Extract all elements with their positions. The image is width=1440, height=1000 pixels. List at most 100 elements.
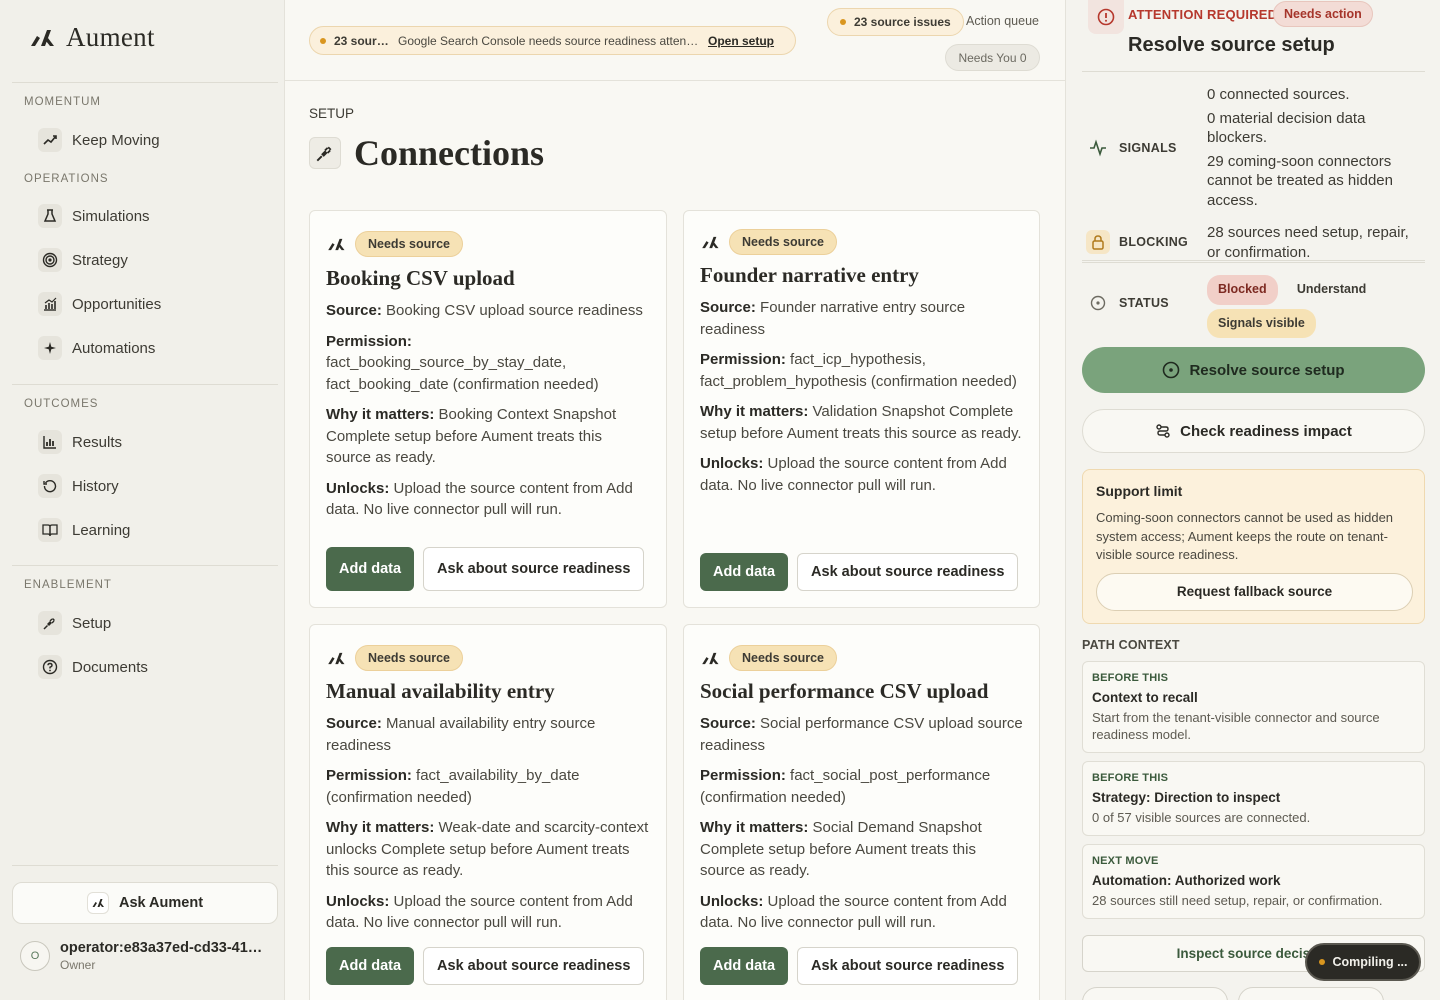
field-label: Unlocks: — [326, 479, 390, 497]
open-setup-link[interactable]: Open setup — [708, 34, 774, 48]
ask-aument-label: Ask Aument — [118, 895, 204, 911]
sidebar-item-automations[interactable]: Automations — [38, 334, 155, 362]
field-label: Permission: — [700, 351, 786, 368]
status-pill-signals-visible: Signals visible — [1207, 308, 1316, 338]
sidebar-item-keep-moving[interactable]: Keep Moving — [38, 126, 160, 154]
path-title: Strategy: Direction to inspect — [1092, 790, 1281, 805]
route-icon — [1156, 424, 1170, 438]
lock-icon — [1086, 230, 1110, 254]
aument-logo-icon — [86, 892, 109, 914]
check-readiness-impact-button[interactable]: Check readiness impact — [1082, 409, 1425, 453]
sidebar-item-history[interactable]: History — [38, 472, 119, 500]
sidebar-item-label: Simulations — [72, 207, 150, 225]
action-queue-label[interactable]: Action queue — [966, 14, 1039, 28]
ask-readiness-button[interactable]: Ask about source readiness — [423, 547, 645, 591]
divider — [12, 384, 278, 385]
connection-card-social-performance: Needs source Social performance CSV uplo… — [683, 624, 1040, 1000]
secondary-action-button[interactable] — [1238, 987, 1384, 1000]
needs-you-button[interactable]: Needs You 0 — [945, 44, 1040, 71]
path-text: 0 of 57 visible sources are connected. — [1092, 810, 1311, 825]
divider — [12, 565, 278, 566]
field-value: Booking CSV upload source readiness — [386, 302, 643, 319]
path-text: Start from the tenant-visible connector … — [1092, 710, 1380, 742]
path-title: Automation: Authorized work — [1092, 873, 1281, 888]
target-icon — [38, 248, 62, 272]
sidebar-item-opportunities[interactable]: Opportunities — [38, 290, 161, 318]
request-fallback-button[interactable]: Request fallback source — [1096, 572, 1413, 611]
plug-icon — [38, 611, 62, 635]
add-data-button[interactable]: Add data — [326, 947, 415, 985]
status-badge: Needs source — [729, 229, 837, 255]
field-label: Why it matters: — [700, 819, 809, 836]
action-panel: ATTENTION REQUIRED Needs action Resolve … — [1065, 0, 1440, 1000]
status-badge: Needs source — [729, 645, 837, 671]
check-label: Check readiness impact — [1180, 422, 1352, 440]
add-data-button[interactable]: Add data — [326, 547, 415, 591]
breadcrumb: SETUP — [309, 106, 355, 121]
sidebar-item-label: History — [72, 477, 119, 495]
topbar: 23 sourc… Google Search Console needs so… — [285, 0, 1065, 81]
aument-logo-icon — [702, 652, 719, 664]
add-data-button[interactable]: Add data — [700, 947, 789, 985]
sparkle-icon — [38, 336, 62, 360]
status-pill-blocked: Blocked — [1207, 275, 1278, 305]
source-issues-label: 23 source issues — [854, 15, 951, 29]
sidebar-item-strategy[interactable]: Strategy — [38, 246, 128, 274]
section-label-momentum: MOMENTUM — [24, 96, 101, 108]
brand[interactable]: Aument — [28, 22, 155, 53]
status-label: STATUS — [1119, 296, 1169, 310]
ask-readiness-button[interactable]: Ask about source readiness — [797, 947, 1019, 985]
card-source: Source: Founder narrative entry source r… — [700, 297, 1023, 340]
sidebar-item-simulations[interactable]: Simulations — [38, 202, 150, 230]
source-alert-banner[interactable]: 23 sourc… Google Search Console needs so… — [309, 26, 796, 55]
sidebar-item-results[interactable]: Results — [38, 428, 122, 456]
panel-title: Resolve source setup — [1128, 34, 1335, 56]
path-card[interactable]: NEXT MOVE Automation: Authorized work 28… — [1082, 844, 1425, 919]
sidebar-item-label: Opportunities — [72, 295, 162, 313]
source-issues-button[interactable]: 23 source issues — [827, 8, 964, 36]
path-card[interactable]: BEFORE THIS Context to recall Start from… — [1082, 661, 1425, 753]
field-label: Why it matters: — [326, 406, 435, 423]
brand-name: Aument — [66, 22, 155, 52]
sidebar-item-documents[interactable]: Documents — [38, 653, 148, 681]
card-title: Booking CSV upload — [326, 266, 515, 290]
operator-role: Owner — [60, 958, 96, 972]
alert-count: 23 sourc… — [334, 33, 390, 48]
add-data-button[interactable]: Add data — [700, 553, 789, 591]
sidebar-item-setup[interactable]: Setup — [38, 609, 111, 637]
field-label: Unlocks: — [326, 892, 390, 910]
field-label: Why it matters: — [700, 403, 809, 420]
path-title: Context to recall — [1092, 690, 1198, 705]
attention-label: ATTENTION REQUIRED — [1128, 7, 1278, 22]
card-actions: Add data Ask about source readiness — [326, 547, 645, 591]
ask-readiness-button[interactable]: Ask about source readiness — [797, 553, 1019, 591]
aument-logo-icon — [328, 238, 345, 250]
connection-card-booking-csv: Needs source Booking CSV upload Source: … — [309, 210, 667, 608]
aument-logo-icon — [702, 236, 719, 248]
card-unlocks: Unlocks: Upload the source content from … — [700, 453, 1023, 496]
sidebar-item-label: Strategy — [72, 251, 128, 269]
status-row: STATUS Blocked Understand Signals visibl… — [1082, 263, 1425, 338]
book-icon — [38, 518, 62, 542]
card-source: Source: Booking CSV upload source readin… — [326, 300, 650, 322]
status-badge: Needs source — [355, 645, 463, 671]
sidebar-item-label: Setup — [72, 614, 112, 632]
field-label: Permission: — [326, 332, 412, 350]
ask-readiness-button[interactable]: Ask about source readiness — [423, 947, 645, 985]
card-source: Source: Manual availability entry source… — [326, 713, 650, 756]
bar-chart-icon — [38, 430, 62, 454]
card-why: Why it matters: Booking Context Snapshot… — [326, 404, 650, 469]
secondary-action-button[interactable] — [1082, 987, 1228, 1000]
resolve-source-setup-button[interactable]: Resolve source setup — [1082, 347, 1425, 393]
field-label: Permission: — [326, 767, 412, 784]
card-source: Source: Social performance CSV upload so… — [700, 713, 1023, 756]
signals-list: 0 connected sources. 0 material decision… — [1207, 85, 1425, 210]
ask-aument-button[interactable]: Ask Aument — [12, 882, 278, 924]
sidebar-item-learning[interactable]: Learning — [38, 516, 130, 544]
status-badge: Needs source — [355, 231, 463, 257]
card-permission: Permission: fact_icp_hypothesis, fact_pr… — [700, 349, 1023, 392]
card-why: Why it matters: Social Demand Snapshot C… — [700, 817, 1023, 882]
operator-profile[interactable]: O operator:e83a37ed-cd33-41… Owner — [20, 940, 272, 972]
path-card[interactable]: BEFORE THIS Strategy: Direction to inspe… — [1082, 761, 1425, 836]
plug-icon — [309, 137, 341, 169]
